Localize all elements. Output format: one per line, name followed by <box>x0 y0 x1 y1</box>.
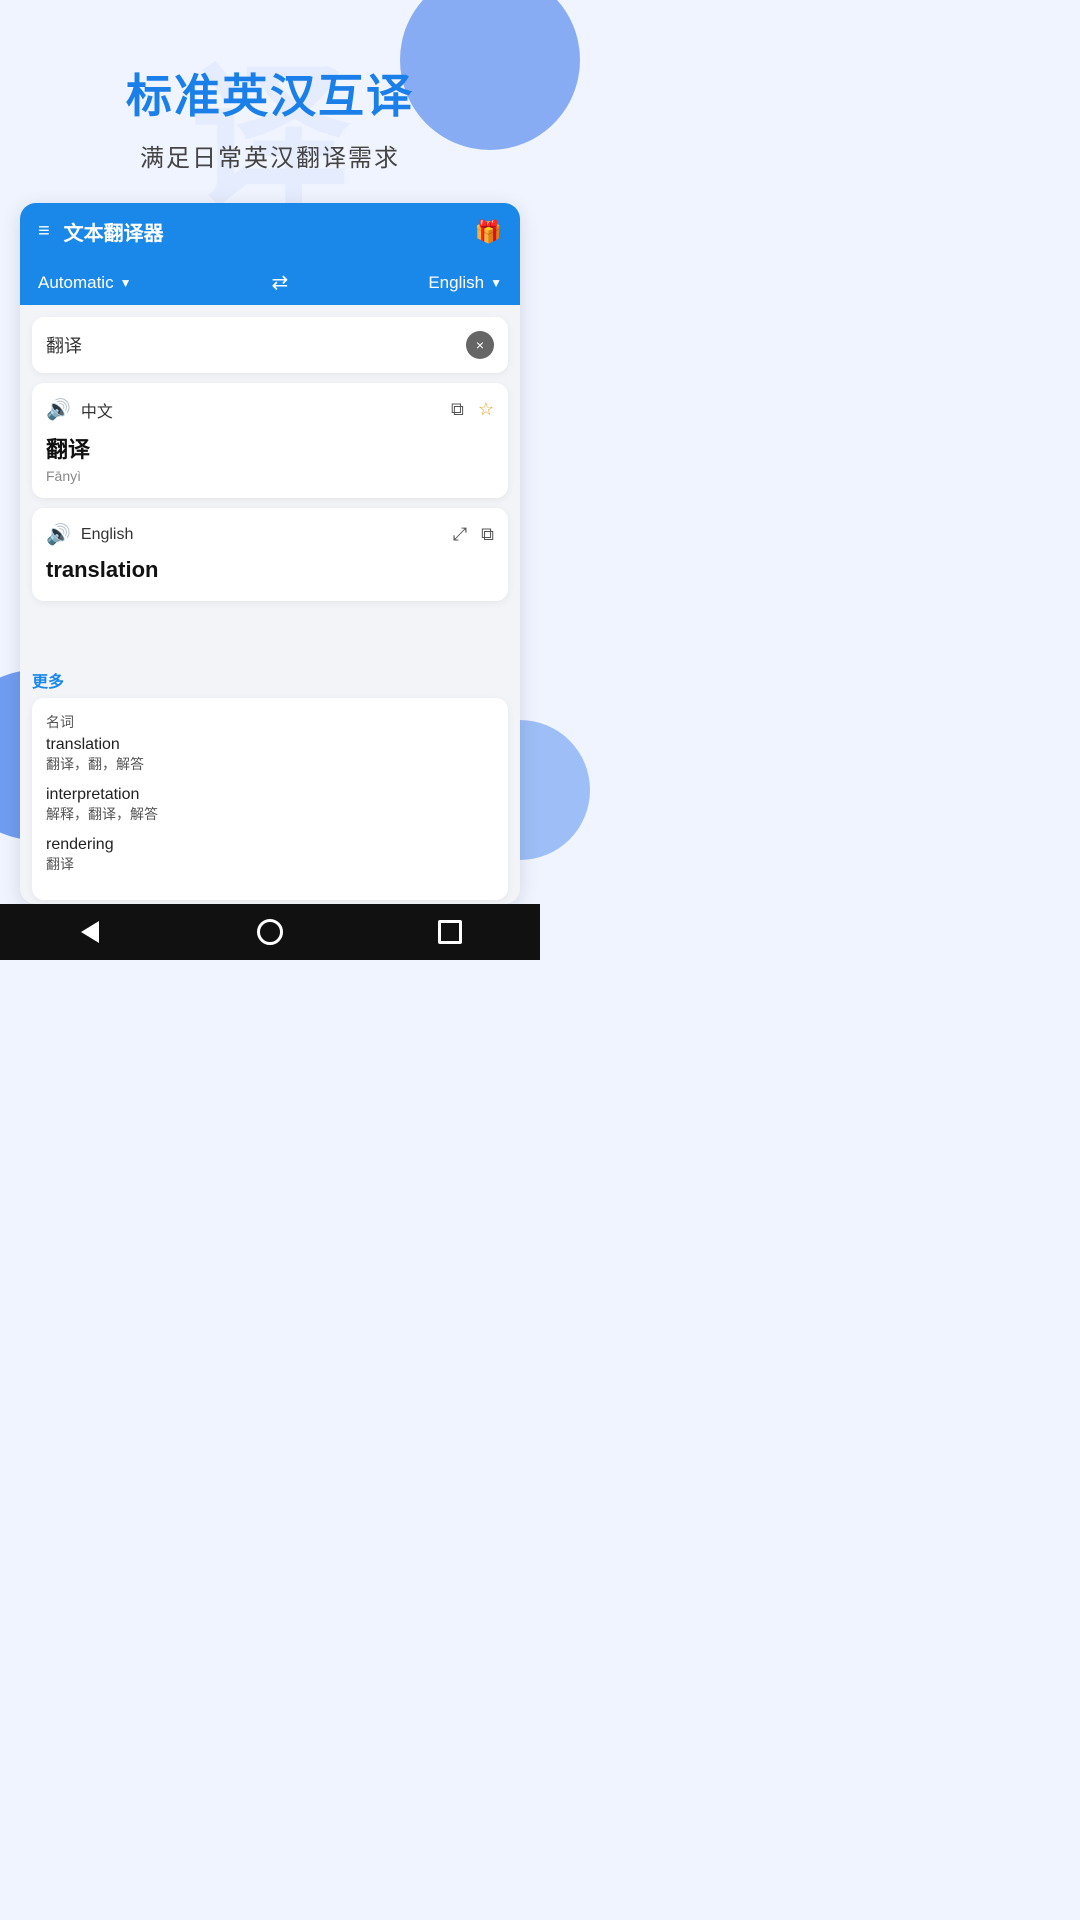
source-language-label: Automatic <box>38 273 114 293</box>
language-selector-bar: Automatic ▼ ⇄ English ▼ <box>20 260 520 305</box>
gift-icon[interactable]: 🎁 <box>475 219 502 245</box>
clear-icon: × <box>476 337 484 353</box>
hero-subtitle: 满足日常英汉翻译需求 <box>40 138 500 173</box>
dict-word-0: translation <box>46 736 494 754</box>
dict-meaning-0: 翻译，翻，解答 <box>46 754 494 774</box>
input-panel: 翻译 × <box>32 317 508 373</box>
chinese-speaker-icon[interactable]: 🔊 <box>46 397 71 422</box>
english-lang-label: English <box>81 526 453 544</box>
target-lang-chevron-down-icon: ▼ <box>490 276 502 290</box>
english-copy-icon[interactable]: ⧉ <box>481 524 494 545</box>
dict-word-2: rendering <box>46 836 494 854</box>
home-button[interactable] <box>250 912 290 952</box>
target-language-button[interactable]: English ▼ <box>428 273 502 293</box>
more-section: 更多 名词 translation 翻译，翻，解答 interpretation… <box>20 660 520 904</box>
english-speaker-icon[interactable]: 🔊 <box>46 522 71 547</box>
swap-languages-icon[interactable]: ⇄ <box>272 270 289 295</box>
clear-input-button[interactable]: × <box>466 331 494 359</box>
hero-section: 标准英汉互译 满足日常英汉翻译需求 <box>0 0 540 203</box>
chinese-result-header: 🔊 中文 ⧉ ☆ <box>46 397 494 422</box>
app-header-bar: ≡ 文本翻译器 🎁 <box>20 203 520 260</box>
chinese-pinyin: Fānyì <box>46 468 494 484</box>
dict-pos: 名词 <box>46 712 494 732</box>
chinese-copy-icon[interactable]: ⧉ <box>451 399 464 420</box>
chinese-lang-label: 中文 <box>81 398 451 422</box>
dict-word-1: interpretation <box>46 786 494 804</box>
chinese-panel-actions: ⧉ ☆ <box>451 399 494 420</box>
app-title: 文本翻译器 <box>64 217 475 246</box>
dict-meaning-1: 解释，翻译，解答 <box>46 804 494 824</box>
input-text[interactable]: 翻译 <box>46 332 466 358</box>
more-card: 名词 translation 翻译，翻，解答 interpretation 解释… <box>32 698 508 900</box>
chinese-star-icon[interactable]: ☆ <box>478 399 494 420</box>
nav-bar <box>0 904 540 960</box>
chinese-result-text: 翻译 <box>46 432 494 464</box>
dict-entry-0: translation 翻译，翻，解答 <box>46 736 494 774</box>
menu-icon[interactable]: ≡ <box>38 220 50 243</box>
hero-title: 标准英汉互译 <box>40 60 500 126</box>
dict-entry-2: rendering 翻译 <box>46 836 494 874</box>
app-card: ≡ 文本翻译器 🎁 Automatic ▼ ⇄ English ▼ 翻译 × <box>20 203 520 904</box>
english-result-header: 🔊 English ⤢ ⧉ <box>46 522 494 547</box>
translation-panels: 翻译 × 🔊 中文 ⧉ ☆ 翻译 Fānyì <box>20 305 520 660</box>
chinese-result-panel: 🔊 中文 ⧉ ☆ 翻译 Fānyì <box>32 383 508 498</box>
target-language-label: English <box>428 273 484 293</box>
more-label: 更多 <box>32 668 508 692</box>
english-result-panel: 🔊 English ⤢ ⧉ translation <box>32 508 508 601</box>
source-lang-chevron-down-icon: ▼ <box>120 276 132 290</box>
recents-button[interactable] <box>430 912 470 952</box>
dict-meaning-2: 翻译 <box>46 854 494 874</box>
english-panel-actions: ⤢ ⧉ <box>453 524 494 545</box>
back-button[interactable] <box>70 912 110 952</box>
english-result-text: translation <box>46 557 494 583</box>
english-open-icon[interactable]: ⤢ <box>453 524 467 545</box>
source-language-button[interactable]: Automatic ▼ <box>38 273 131 293</box>
dict-entry-1: interpretation 解释，翻译，解答 <box>46 786 494 824</box>
main-content: 标准英汉互译 满足日常英汉翻译需求 ≡ 文本翻译器 🎁 Automatic ▼ … <box>0 0 540 960</box>
